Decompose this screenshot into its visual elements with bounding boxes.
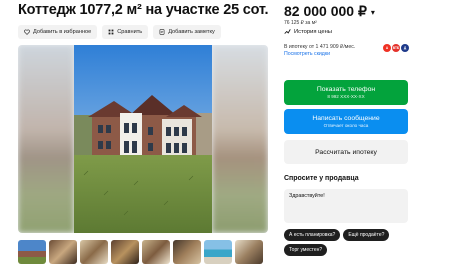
send-message-label: Написать сообщение [312,115,380,122]
price-value: 82 000 000 ₽ [284,3,367,19]
thumbnail[interactable] [49,240,77,264]
add-favorite-label: Добавить в избранное [33,29,92,35]
discounts-link[interactable]: Посмотреть скидки [284,51,330,57]
thumbnail[interactable] [18,240,46,264]
compare-button[interactable]: Сравнить [102,25,149,39]
add-favorite-button[interactable]: Добавить в избранное [18,25,98,39]
thumbnail-strip [18,240,263,264]
thumbnail[interactable] [235,240,263,264]
listing-title: Коттедж 1077,2 м² на участке 25 сот. [18,2,269,18]
calculate-mortgage-label: Рассчитать ипотеку [315,148,377,156]
bank-logo-icon: А [383,44,391,52]
listing-actions: Добавить в избранное Сравнить Добавить з… [18,25,221,39]
gallery-blur-right [212,45,268,233]
heart-icon [24,29,30,35]
chart-icon [284,29,291,34]
show-phone-button[interactable]: Показать телефон 8 992 XXX-XX-XX [284,80,408,105]
add-note-button[interactable]: Добавить заметку [153,25,221,39]
price-per-sqm: 76 125 ₽ за м² [284,20,317,26]
gallery-blur-left [18,45,74,233]
quick-question-chip[interactable]: Торг уместен? [284,244,328,256]
thumbnail[interactable] [80,240,108,264]
quick-questions: А есть планировка? Ещё продаёте? Торг ум… [284,229,410,256]
add-note-label: Добавить заметку [168,29,215,35]
thumbnail[interactable] [111,240,139,264]
price-history-link[interactable]: История цены [284,28,332,35]
chevron-down-icon[interactable]: ▾ [371,8,375,17]
response-time: Отвечает около часа [323,123,369,128]
compare-icon [108,29,114,35]
bank-logos: А ВТБ Д [383,44,409,52]
show-phone-label: Показать телефон [316,86,376,93]
quick-question-chip[interactable]: Ещё продаёте? [343,229,390,241]
ask-seller-input[interactable]: Здравствуйте! [284,189,408,223]
quick-question-chip[interactable]: А есть планировка? [284,229,341,241]
thumbnail[interactable] [173,240,201,264]
send-message-button[interactable]: Написать сообщение Отвечает около часа [284,109,408,134]
ask-seller-title: Спросите у продавца [284,175,359,182]
bank-logo-icon: ВТБ [392,44,400,52]
photo-gallery[interactable] [18,45,268,233]
calculate-mortgage-button[interactable]: Рассчитать ипотеку [284,140,408,164]
price: 82 000 000 ₽ ▾ [284,3,375,20]
note-icon [159,29,165,35]
main-photo[interactable] [74,45,212,233]
phone-masked: 8 992 XXX-XX-XX [327,94,365,99]
mortgage-text: В ипотеку от 1 471 909 ₽/мес. [284,44,356,50]
price-history-label: История цены [294,28,332,35]
bank-logo-icon: Д [401,44,409,52]
ask-seller-value: Здравствуйте! [289,193,325,199]
thumbnail[interactable] [142,240,170,264]
thumbnail[interactable] [204,240,232,264]
compare-label: Сравнить [117,29,143,35]
